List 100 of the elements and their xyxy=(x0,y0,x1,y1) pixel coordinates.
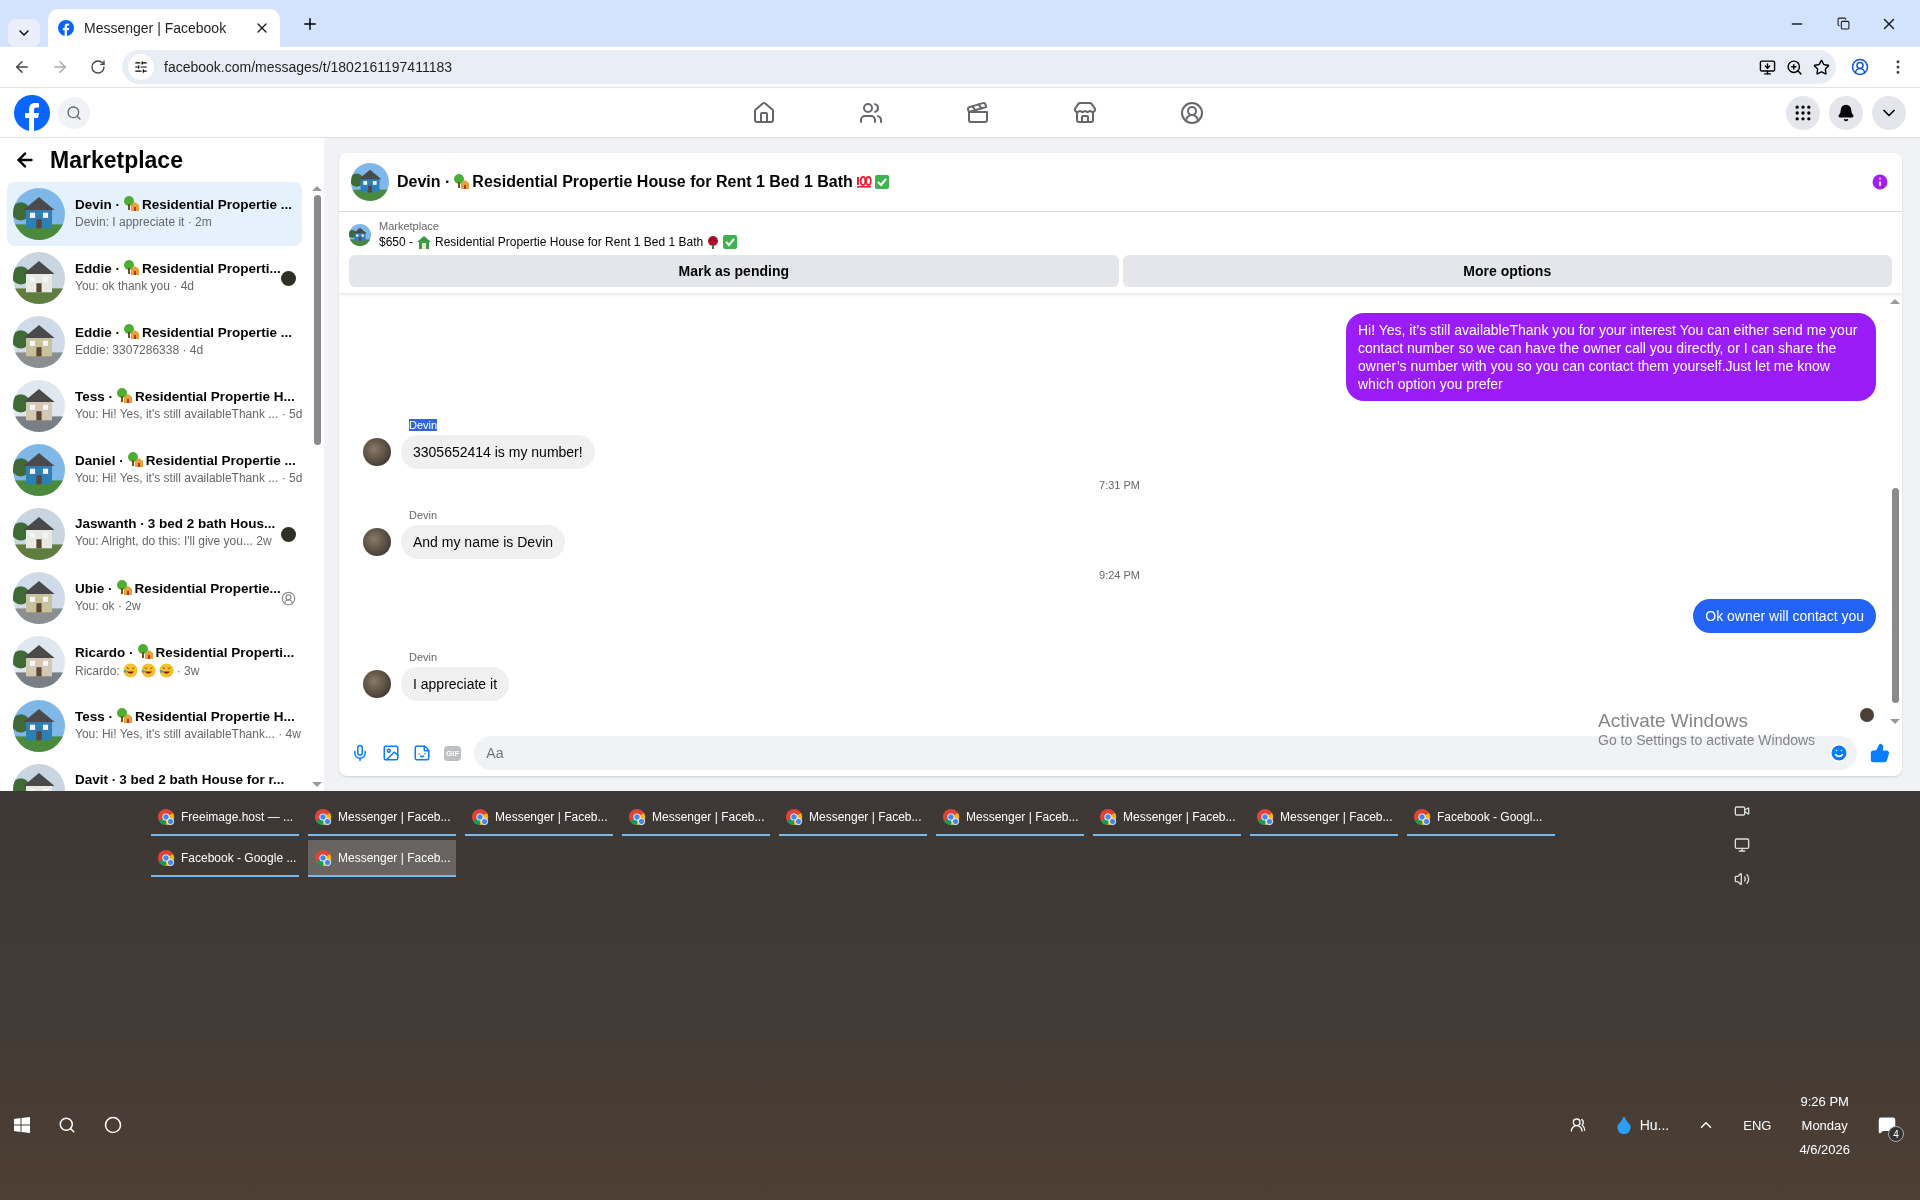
taskbar-window[interactable]: Messenger | Faceb... xyxy=(465,799,613,836)
message-preview: Ricardo: xyxy=(75,663,120,678)
home-icon[interactable] xyxy=(751,101,776,125)
conversation-title: Residential Propertie ... xyxy=(142,324,293,340)
message-preview: Devin: I appreciate it · 2m xyxy=(75,215,212,229)
listing-action-button[interactable]: More options xyxy=(1122,255,1892,287)
conversation-item[interactable]: Tess · Residential Propertie H... You: Hi! Yes, it's still availableThank... · 4w xyxy=(7,694,302,758)
conversation-item[interactable]: Eddie · Residential Properti... You: ok thank you · 4d xyxy=(7,246,302,310)
photo-icon[interactable] xyxy=(382,744,400,762)
chrome-icon xyxy=(1413,807,1431,826)
chrome-icon xyxy=(1256,807,1274,826)
check-mark-icon xyxy=(723,235,738,249)
taskbar-window[interactable]: Facebook - Googl... xyxy=(1407,799,1555,836)
conversation-name: Eddie · xyxy=(75,324,120,340)
chrome-icon xyxy=(942,807,960,826)
cortana-icon[interactable] xyxy=(104,1116,122,1134)
search-button[interactable] xyxy=(58,96,90,129)
taskbar-window[interactable]: Facebook - Google ... xyxy=(151,840,299,877)
conversation-item[interactable]: Daniel · Residential Propertie ... You: Hi! Yes, it's still availableThank ... · 5d xyxy=(7,438,302,502)
conversation-name: Ubie · xyxy=(75,580,113,596)
received-message: I appreciate it xyxy=(401,667,510,701)
taskbar-window[interactable]: Messenger | Faceb... xyxy=(308,840,456,877)
zoom-icon[interactable] xyxy=(1786,58,1803,76)
taskbar-window[interactable]: Messenger | Faceb... xyxy=(622,799,770,836)
chrome-icon xyxy=(1099,807,1117,826)
taskbar-window[interactable]: Messenger | Faceb... xyxy=(1093,799,1241,836)
house-icon xyxy=(416,234,433,250)
hundred-points-icon xyxy=(855,174,872,190)
taskbar-window[interactable]: Messenger | Faceb... xyxy=(308,799,456,836)
meet-now-icon[interactable] xyxy=(1734,803,1750,819)
tab-list-button[interactable] xyxy=(8,19,40,47)
restore-icon[interactable] xyxy=(1836,17,1850,30)
conversation-item[interactable]: Eddie · Residential Propertie ... Eddie: 3307286338 · 4d xyxy=(7,310,302,374)
message-preview: You: Alright, do this: I'll give you... 2w xyxy=(75,534,272,548)
conversation-title: 3 bed 2 bath Hous... xyxy=(147,516,276,531)
profile-icon[interactable] xyxy=(1179,101,1204,125)
language-indicator[interactable]: ENG xyxy=(1743,1117,1772,1133)
chat-title: Residential Propertie House for Rent 1 Bed 1 Bath xyxy=(472,173,853,191)
store-icon[interactable] xyxy=(1072,101,1097,125)
taskbar-window[interactable]: Freeimage.host — ... xyxy=(151,799,299,836)
conversation-name: Daniel · xyxy=(75,452,124,468)
seen-avatar xyxy=(281,270,296,286)
message-preview: You: ok · 2w xyxy=(75,599,141,613)
install-icon[interactable] xyxy=(1759,58,1776,76)
reload-icon[interactable] xyxy=(90,59,106,75)
conversation-item[interactable]: Ubie · Residential Propertie... You: ok · 2w xyxy=(7,566,302,630)
conversation-item[interactable]: Tess · Residential Propertie H... You: Hi! Yes, it's still availableThank ... · 5d xyxy=(7,374,302,438)
info-icon[interactable] xyxy=(1870,172,1890,192)
conversation-item[interactable]: Devin · Residential Propertie ... Devin: I appreciate it · 2m xyxy=(7,182,302,246)
chrome-icon xyxy=(157,807,175,826)
network-icon[interactable] xyxy=(1734,837,1750,853)
video-icon[interactable] xyxy=(965,101,990,125)
sender-avatar xyxy=(363,528,391,556)
bookmark-star-icon[interactable] xyxy=(1813,58,1830,76)
timestamp: 7:31 PM xyxy=(1099,479,1140,491)
conversation-item[interactable]: Ricardo · Residential Properti... Ricardo: · 3w xyxy=(7,630,302,694)
search-icon xyxy=(66,104,82,121)
conversation-item[interactable]: Jaswanth · 3 bed 2 bath Hous... You: Alright, do this: I'll give you... 2w xyxy=(7,502,302,566)
seen-avatar xyxy=(281,526,296,542)
menu-grid-button[interactable] xyxy=(1786,95,1820,130)
microphone-icon[interactable] xyxy=(351,744,369,762)
conversation-title: Residential Propertie ... xyxy=(145,452,296,468)
facebook-logo[interactable] xyxy=(14,94,50,131)
browser-tab[interactable]: Messenger | Facebook xyxy=(48,9,280,47)
search-icon[interactable] xyxy=(58,1116,76,1134)
site-settings-icon[interactable] xyxy=(134,60,148,74)
listing-action-button[interactable]: Mark as pending xyxy=(349,255,1119,287)
windows-start-icon[interactable] xyxy=(14,1117,30,1133)
listing-label: Marketplace xyxy=(379,220,440,232)
sent-message: Hi! Yes, it’s still availableThank you for your interest You can either send me your contact number so we can have the owner call you directly, or I can share the owner’s number with you so you can contact them yourself.Just let me know which option you prefer xyxy=(1346,313,1876,401)
tree-house-icon xyxy=(453,174,470,190)
message-preview: You: ok thank you · 4d xyxy=(75,279,194,293)
chrome-icon xyxy=(471,807,489,826)
friends-icon[interactable] xyxy=(858,101,883,125)
notifications-button[interactable] xyxy=(1829,95,1863,130)
profile-icon[interactable] xyxy=(1851,58,1869,76)
like-icon[interactable] xyxy=(1870,743,1890,763)
laughing-emoji-icon xyxy=(122,663,138,678)
people-icon[interactable] xyxy=(1569,1117,1586,1133)
activation-title: Activate Windows xyxy=(1598,710,1749,732)
taskbar-window[interactable]: Messenger | Faceb... xyxy=(779,799,927,836)
sender-avatar xyxy=(363,438,391,466)
received-message: 3305652414 is my number! xyxy=(401,435,595,469)
conversation-title: Residential Propertie H... xyxy=(135,708,295,724)
chrome-icon xyxy=(314,848,332,867)
sticker-icon[interactable] xyxy=(413,744,431,762)
conversation-title: Residential Propertie H... xyxy=(135,388,295,404)
listing-title: Residential Propertie House for Rent 1 Bed 1 Bath xyxy=(435,235,704,249)
rose-icon xyxy=(706,235,721,249)
chat-contact-name: Devin · xyxy=(397,173,451,191)
volume-icon[interactable] xyxy=(1734,871,1750,887)
timestamp: 9:24 PM xyxy=(1099,569,1140,581)
sender-name: Devin xyxy=(409,509,438,521)
message-preview: Eddie: 3307286338 · 4d xyxy=(75,343,204,357)
clock[interactable]: 9:26 PM Monday 4/6/2026 xyxy=(1799,1093,1850,1157)
conversation-title: Residential Propertie ... xyxy=(142,196,293,212)
address-bar[interactable]: facebook.com/messages/t/1802161197411183 xyxy=(122,50,1836,84)
taskbar-window[interactable]: Messenger | Faceb... xyxy=(1250,799,1398,836)
taskbar-window[interactable]: Messenger | Faceb... xyxy=(936,799,1084,836)
back-icon[interactable] xyxy=(13,58,31,76)
